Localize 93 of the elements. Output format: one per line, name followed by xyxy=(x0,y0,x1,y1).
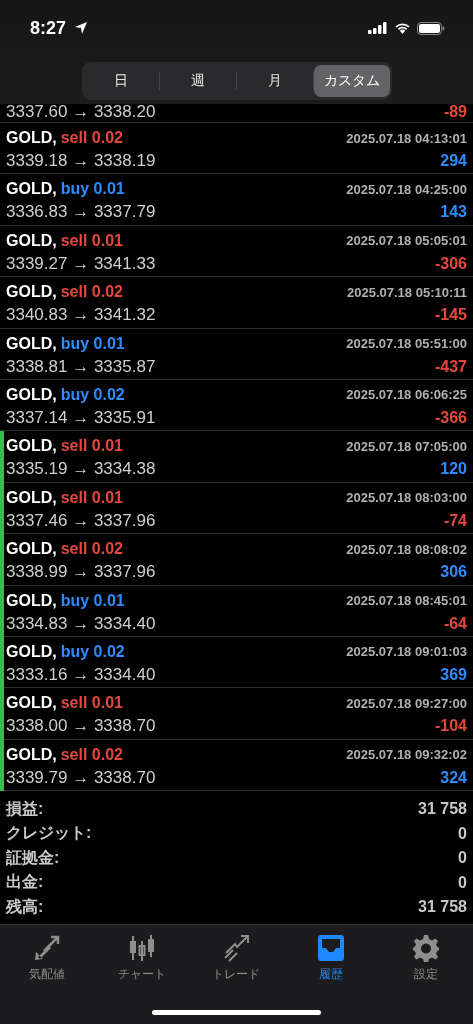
summary-value: 0 xyxy=(458,824,467,843)
symbol-label: GOLD, xyxy=(6,129,57,147)
nav-tab[interactable]: 設定 xyxy=(378,933,473,984)
profit-value: -306 xyxy=(434,254,467,273)
trade-time: 2025.07.18 09:32:02 xyxy=(346,747,467,763)
order-label: sell 0.01 xyxy=(60,231,123,250)
symbol-label: GOLD, xyxy=(6,642,57,661)
trade-time: 2025.07.18 07:05:00 xyxy=(346,438,467,454)
price-range: 3337.60 → 3338.20 xyxy=(6,102,156,122)
order-label: sell 0.01 xyxy=(60,488,123,507)
summary-value: 0 xyxy=(458,849,467,868)
trade-time: 2025.07.18 06:06:25 xyxy=(346,387,467,403)
symbol-label: GOLD, xyxy=(6,437,57,456)
status-time: 8:27 xyxy=(30,17,67,39)
battery-icon xyxy=(417,21,445,35)
order-label: sell 0.02 xyxy=(60,283,123,302)
period-tab[interactable]: 週 xyxy=(160,65,236,97)
wifi-icon xyxy=(394,22,411,34)
summary-label: 証拠金: xyxy=(6,847,60,868)
nav-tab[interactable]: 気配値 xyxy=(0,933,95,984)
symbol-label: GOLD, xyxy=(6,694,57,713)
profit-value: 324 xyxy=(440,768,467,787)
profit-value: -145 xyxy=(434,306,467,325)
symbol-label: GOLD, xyxy=(6,745,57,764)
order-label: buy 0.01 xyxy=(60,334,125,353)
summary-value: 31 758 xyxy=(418,800,467,819)
summary-label: 損益: xyxy=(6,798,44,819)
price-range: 3334.83 → 3334.40 xyxy=(6,613,156,634)
order-label: sell 0.01 xyxy=(60,694,123,713)
signal-icon xyxy=(368,22,388,34)
order-label: buy 0.01 xyxy=(60,591,125,610)
price-range: 3339.18 → 3338.19 xyxy=(6,151,156,171)
price-range: 3338.99 → 3337.96 xyxy=(6,562,156,583)
trade-time: 2025.07.18 04:25:00 xyxy=(346,181,467,197)
profit-value: 369 xyxy=(440,665,467,684)
symbol-label: GOLD, xyxy=(6,231,57,250)
profit-value: -64 xyxy=(443,614,467,633)
price-range: 3333.16 → 3334.40 xyxy=(6,664,156,685)
summary-label: 出金: xyxy=(6,872,44,893)
summary-label: 残高: xyxy=(6,896,44,917)
profit-value: 306 xyxy=(440,563,467,582)
trade-time: 2025.07.18 09:01:03 xyxy=(346,644,467,660)
location-arrow-icon xyxy=(74,21,89,35)
profit-value: 120 xyxy=(440,460,467,479)
profit-value: -74 xyxy=(443,511,467,530)
profit-value: 143 xyxy=(440,203,467,222)
profit-value: -104 xyxy=(434,717,467,736)
price-range: 3339.27 → 3341.33 xyxy=(6,253,156,274)
summary-value: 0 xyxy=(458,873,467,892)
period-tab[interactable]: 月 xyxy=(237,65,313,97)
trade-time: 2025.07.18 05:05:01 xyxy=(346,233,467,249)
price-range: 3335.19 → 3334.38 xyxy=(6,459,156,480)
trade-time: 2025.07.18 05:51:00 xyxy=(346,336,467,352)
symbol-label: GOLD, xyxy=(6,591,57,610)
trade-time: 2025.07.18 04:13:01 xyxy=(346,130,467,146)
profit-value: -437 xyxy=(434,357,467,376)
price-range: 3338.81 → 3335.87 xyxy=(6,356,156,377)
summary-label: クレジット: xyxy=(6,823,92,844)
period-tab[interactable]: 日 xyxy=(83,65,160,97)
price-range: 3338.00 → 3338.70 xyxy=(6,716,156,737)
profit-value: 294 xyxy=(440,152,467,170)
symbol-label: GOLD, xyxy=(6,540,57,559)
settings-icon xyxy=(410,933,441,964)
price-range: 3339.79 → 3338.70 xyxy=(6,767,156,788)
nav-tab[interactable]: トレード xyxy=(189,933,284,984)
price-range: 3336.83 → 3337.79 xyxy=(6,202,156,223)
symbol-label: GOLD, xyxy=(6,283,57,302)
summary-value: 31 758 xyxy=(418,898,467,917)
order-label: sell 0.02 xyxy=(60,129,123,147)
order-label: sell 0.02 xyxy=(60,540,123,559)
price-range: 3337.46 → 3337.96 xyxy=(6,510,156,531)
order-label: buy 0.02 xyxy=(60,385,125,404)
order-label: sell 0.01 xyxy=(60,437,123,456)
symbol-label: GOLD, xyxy=(6,385,57,404)
symbol-label: GOLD, xyxy=(6,334,57,353)
price-range: 3337.14 → 3335.91 xyxy=(6,407,156,428)
order-label: buy 0.02 xyxy=(60,642,125,661)
trade-time: 2025.07.18 09:27:00 xyxy=(346,695,467,711)
price-range: 3340.83 → 3341.32 xyxy=(6,305,156,326)
order-label: buy 0.01 xyxy=(60,180,125,199)
trade-time: 2025.07.18 08:03:00 xyxy=(346,490,467,506)
order-label: sell 0.02 xyxy=(60,745,123,764)
nav-tab[interactable]: 履歴 xyxy=(283,933,379,984)
inbox-tray-icon xyxy=(316,933,347,964)
trade-time: 2025.07.18 08:08:02 xyxy=(346,541,467,557)
trade-time: 2025.07.18 05:10:11 xyxy=(347,284,467,300)
period-tab[interactable]: カスタム xyxy=(313,65,390,97)
profit-value: -89 xyxy=(443,103,467,121)
nav-tab[interactable]: チャート xyxy=(94,933,190,984)
profit-value: -366 xyxy=(434,408,467,427)
symbol-label: GOLD, xyxy=(6,180,57,199)
symbol-label: GOLD, xyxy=(6,488,57,507)
trade-time: 2025.07.18 08:45:01 xyxy=(346,593,467,608)
